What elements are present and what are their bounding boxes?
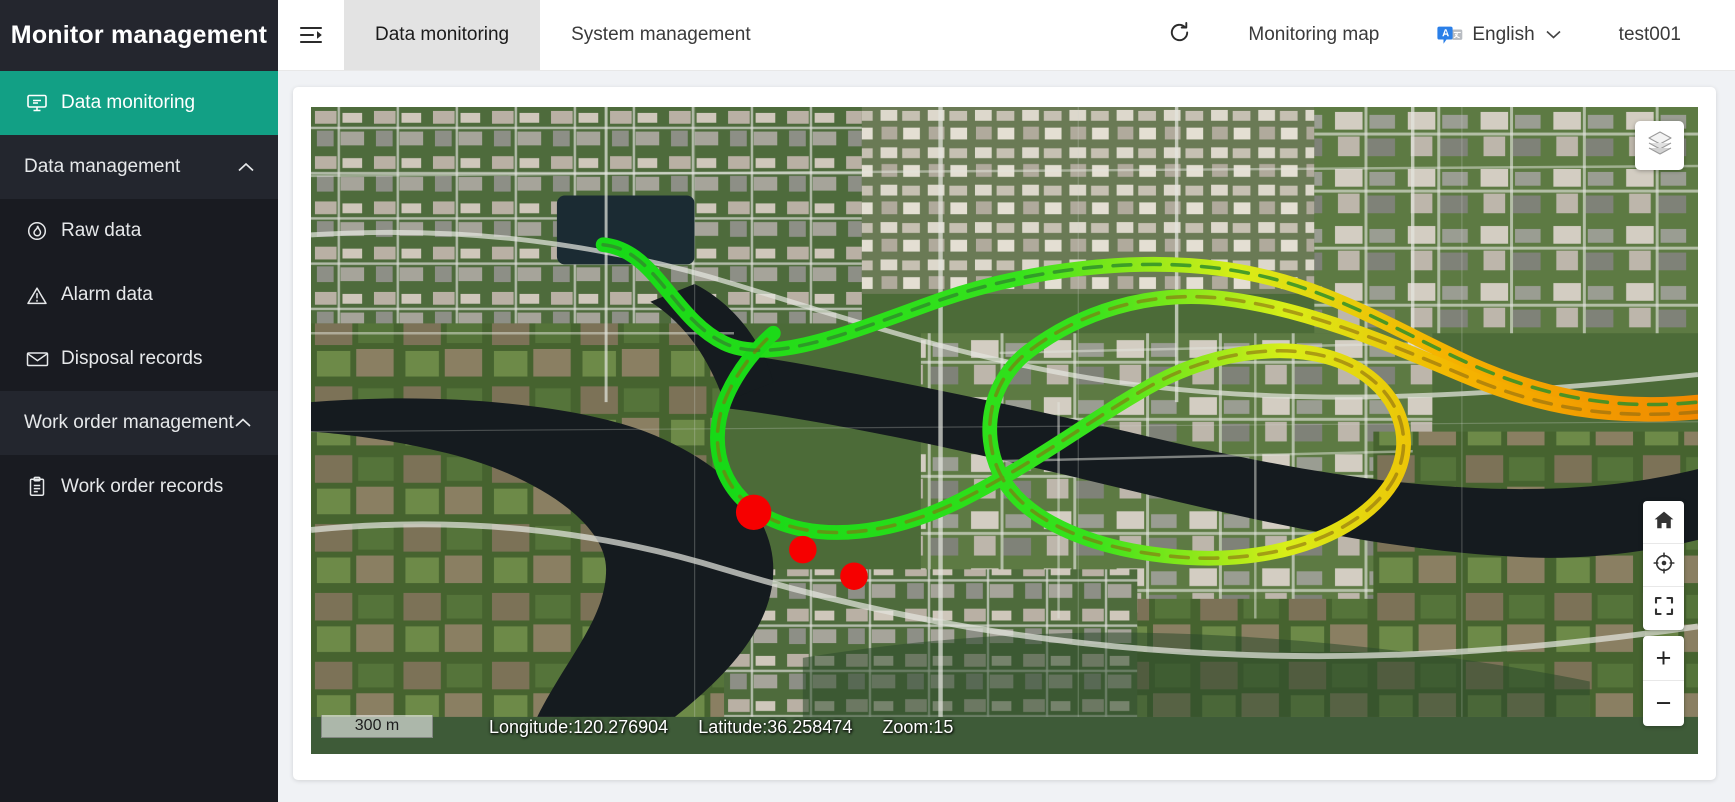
- sidebar-group-label: Work order management: [24, 412, 234, 433]
- sidebar-item-label: Raw data: [61, 220, 142, 241]
- chevron-up-icon: [236, 161, 256, 174]
- zoom-level-label: Zoom:15: [882, 717, 954, 737]
- sidebar-item-label: Data monitoring: [61, 92, 196, 113]
- fullscreen-button[interactable]: [1643, 587, 1684, 630]
- coordinate-readout: Longitude:120.276904 Latitude:36.258474 …: [489, 717, 953, 738]
- sidebar-item-alarm-data[interactable]: Alarm data: [0, 263, 278, 327]
- sidebar-item-label: Alarm data: [61, 284, 153, 305]
- locate-button[interactable]: [1643, 544, 1684, 587]
- monitor-screen-icon: [24, 93, 50, 113]
- translate-icon: [1435, 21, 1463, 49]
- language-label: English: [1472, 24, 1535, 45]
- monitoring-map-label: Monitoring map: [1248, 24, 1380, 45]
- chevron-down-icon: [1544, 24, 1563, 46]
- map-tool-group: [1643, 501, 1684, 630]
- latitude-label: Latitude:36.258474: [698, 717, 853, 737]
- sidebar-group-data-management[interactable]: Data management: [0, 135, 278, 199]
- warning-triangle-icon: [24, 285, 50, 306]
- crosshair-icon: [1652, 551, 1675, 579]
- menu-fold-icon[interactable]: [278, 0, 344, 70]
- sidebar-item-data-monitoring[interactable]: Data monitoring: [0, 71, 278, 135]
- sidebar-item-raw-data[interactable]: Raw data: [0, 199, 278, 263]
- sidebar-group-work-order-management[interactable]: Work order management: [0, 391, 278, 455]
- tab-data-monitoring[interactable]: Data monitoring: [344, 0, 541, 70]
- envelope-icon: [24, 350, 50, 368]
- language-selector[interactable]: English: [1407, 21, 1590, 49]
- tab-label: Data monitoring: [375, 24, 510, 45]
- monitoring-map-button[interactable]: Monitoring map: [1220, 24, 1407, 46]
- user-name[interactable]: test001: [1591, 24, 1709, 46]
- zoom-in-button[interactable]: +: [1643, 636, 1684, 681]
- tab-bar: Data monitoring System management: [344, 0, 782, 70]
- user-label: test001: [1618, 24, 1681, 45]
- satellite-imagery: [311, 107, 1698, 717]
- map-card: + − 300 m Longitude:120.276904 Latitude:…: [293, 87, 1716, 780]
- zoom-control-group: + −: [1643, 636, 1684, 726]
- sidebar-group-label: Data management: [24, 156, 181, 177]
- refresh-icon: [1167, 20, 1192, 51]
- tab-system-management[interactable]: System management: [540, 0, 782, 70]
- home-button[interactable]: [1643, 501, 1684, 544]
- layers-stack-icon: [1645, 128, 1675, 163]
- sidebar: Monitor management Data monitoring Data …: [0, 0, 278, 802]
- sidebar-item-label: Work order records: [61, 476, 224, 497]
- top-bar: Data monitoring System management Monito…: [278, 0, 1735, 71]
- monitoring-map[interactable]: + − 300 m Longitude:120.276904 Latitude:…: [311, 107, 1698, 754]
- clipboard-icon: [24, 476, 50, 498]
- brand-title: Monitor management: [0, 0, 278, 71]
- zoom-out-button[interactable]: −: [1643, 681, 1684, 726]
- fullscreen-icon: [1653, 595, 1675, 622]
- app-root: Monitor management Data monitoring Data …: [0, 0, 1735, 802]
- sidebar-item-disposal-records[interactable]: Disposal records: [0, 327, 278, 391]
- main-area: Data monitoring System management Monito…: [278, 0, 1735, 802]
- longitude-label: Longitude:120.276904: [489, 717, 669, 737]
- refresh-button[interactable]: [1139, 20, 1220, 51]
- home-icon: [1653, 509, 1675, 536]
- flame-circle-icon: [24, 220, 50, 242]
- scale-bar: 300 m: [321, 715, 433, 738]
- layers-button[interactable]: [1635, 121, 1684, 170]
- sidebar-item-label: Disposal records: [61, 348, 203, 369]
- top-bar-actions: Monitoring map English test001: [1139, 0, 1735, 70]
- sidebar-item-work-order-records[interactable]: Work order records: [0, 455, 278, 519]
- chevron-up-icon: [234, 417, 252, 429]
- content-area: + − 300 m Longitude:120.276904 Latitude:…: [278, 71, 1735, 802]
- tab-label: System management: [571, 24, 751, 45]
